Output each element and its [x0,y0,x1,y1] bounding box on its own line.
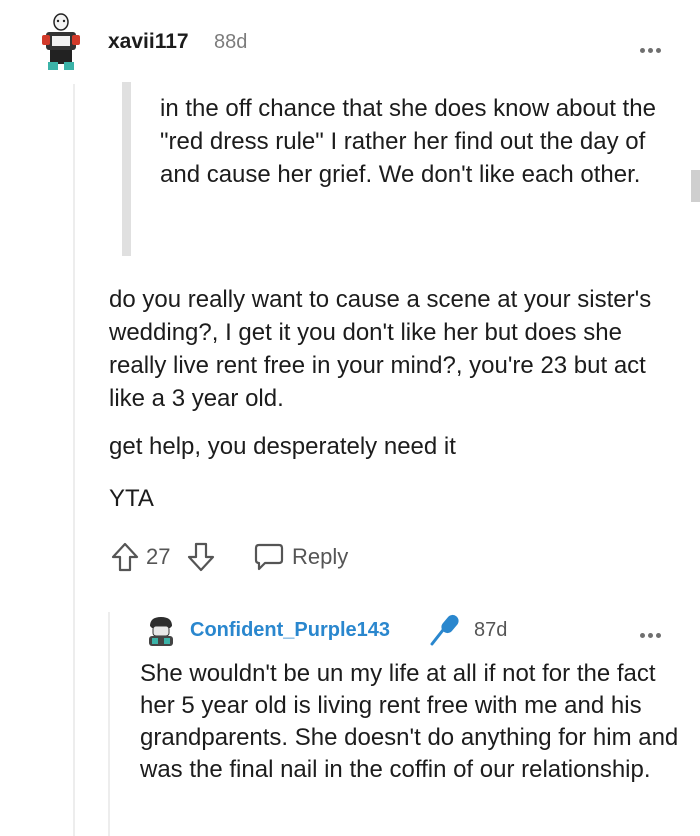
vote-count: 27 [146,544,171,569]
comment-age: 88d [214,31,248,53]
microphone-icon [428,612,462,648]
more-options-icon[interactable] [640,40,666,53]
upvote-icon[interactable] [110,541,140,573]
reply-username[interactable]: Confident_Purple143 [190,619,390,642]
reply-text: She wouldn't be un my life at all if not… [140,660,679,783]
reply-age: 87d [474,619,508,641]
user-avatar-icon[interactable] [144,614,178,650]
user-avatar-icon[interactable] [38,10,84,72]
reply-icon[interactable] [253,542,285,572]
quote-text: in the off chance that she does know abo… [160,95,656,188]
comment-paragraph: do you really want to cause a scene at y… [109,286,652,412]
thread-line[interactable] [73,84,75,836]
comment-username[interactable]: xavii117 [108,30,189,54]
reply-button[interactable]: Reply [292,544,348,570]
reply-thread-line[interactable] [108,612,110,836]
comment-paragraph: get help, you desperately need it [109,433,456,460]
downvote-icon[interactable] [186,541,216,573]
more-options-icon[interactable] [640,625,666,638]
quote-bar [122,82,131,256]
scrollbar-thumb[interactable] [691,170,700,202]
comment-paragraph: YTA [109,485,154,512]
